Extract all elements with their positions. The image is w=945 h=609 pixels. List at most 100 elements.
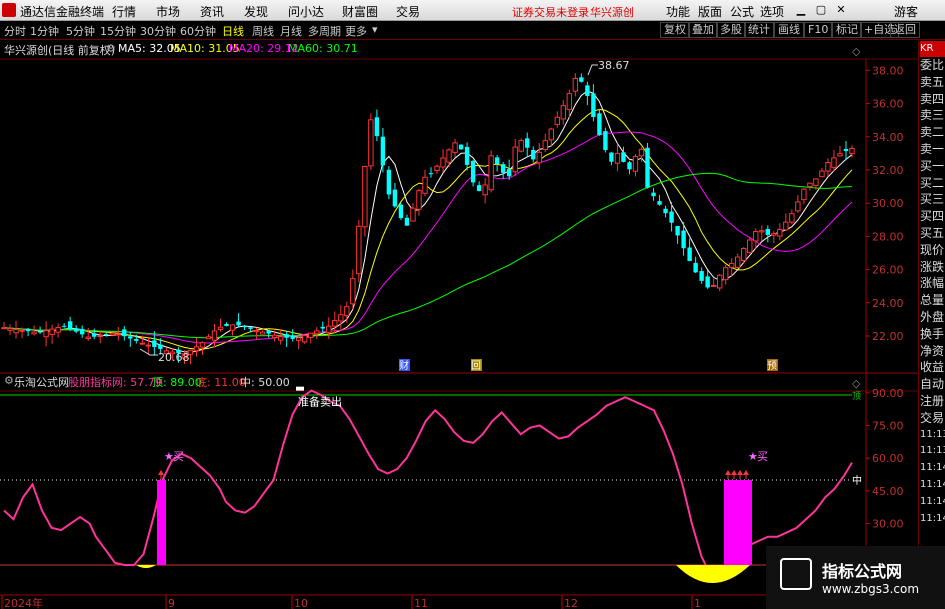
tf-30min[interactable]: 30分钟 <box>140 23 176 39</box>
side-panel-item[interactable]: 11:13 <box>920 443 945 459</box>
trade-login-warning[interactable]: 证券交易未登录 <box>512 4 589 20</box>
adjust-button[interactable]: 复权 <box>660 22 690 38</box>
menu-wealth[interactable]: 财富圈 <box>342 3 378 20</box>
menu-formula[interactable]: 公式 <box>730 3 754 20</box>
candle-body <box>61 325 67 327</box>
side-panel-item[interactable]: 卖五 <box>920 74 945 90</box>
buy-signal-bar <box>157 480 166 565</box>
tf-1min[interactable]: 1分钟 <box>30 23 59 39</box>
tf-timeshare[interactable]: 分时 <box>4 23 26 39</box>
side-panel-item[interactable]: 外盘 <box>920 309 945 325</box>
menu-layout[interactable]: 版面 <box>698 3 722 20</box>
side-panel-item[interactable]: 现价 <box>920 242 945 258</box>
chevron-down-icon[interactable]: ▾ <box>372 23 378 36</box>
side-panel-item[interactable]: 换手 <box>920 326 945 342</box>
draw-line-button[interactable]: 画线 <box>774 22 804 38</box>
side-panel-item[interactable]: 涨幅 <box>920 275 945 291</box>
side-panel-item[interactable]: 买三 <box>920 191 945 207</box>
side-panel-item[interactable]: 买二 <box>920 175 945 191</box>
candle-body <box>482 184 488 196</box>
menu-trade[interactable]: 交易 <box>396 3 420 20</box>
candle-body <box>669 211 674 223</box>
tf-60min[interactable]: 60分钟 <box>180 23 216 39</box>
side-panel-item[interactable]: 卖二 <box>920 124 945 140</box>
side-panel-item[interactable]: 总量 <box>920 292 945 308</box>
side-panel-item[interactable]: 交易 <box>920 410 945 426</box>
candle-body <box>248 327 253 329</box>
menu-options[interactable]: 选项 <box>760 3 784 20</box>
candle-body <box>476 185 482 192</box>
side-panel-item[interactable]: 11:13 <box>920 427 945 443</box>
candle-body <box>49 328 55 335</box>
candle-body <box>145 344 152 347</box>
candle-body <box>128 336 133 339</box>
tf-monthly[interactable]: 月线 <box>280 23 302 39</box>
candle-body <box>259 331 266 335</box>
menu-market[interactable]: 市场 <box>156 3 180 20</box>
title-bar: 通达信金融终端 行情 市场 资讯 发现 问小达 财富圈 交易 证券交易未登录 华… <box>0 0 945 21</box>
side-panel-item[interactable]: 卖三 <box>920 107 945 123</box>
side-panel-item[interactable]: 收益 <box>920 359 945 375</box>
side-panel-item[interactable]: 委比 <box>920 57 945 73</box>
side-panel-item[interactable]: 11:14 <box>920 511 945 527</box>
mark-button[interactable]: 标记 <box>832 22 862 38</box>
minimize-icon[interactable]: ▁ <box>792 2 810 18</box>
menu-quotes[interactable]: 行情 <box>112 3 136 20</box>
candle-body <box>446 149 452 163</box>
side-panel-item[interactable]: 买一 <box>920 158 945 174</box>
candle-body <box>277 336 284 341</box>
maximize-icon[interactable]: ▢ <box>812 2 830 18</box>
side-panel-item[interactable]: 自动 <box>920 376 945 392</box>
side-panel-item[interactable]: 净资 <box>920 343 945 359</box>
candle-body <box>525 138 530 148</box>
ma60-line <box>3 172 853 339</box>
app-title: 通达信金融终端 <box>20 5 105 19</box>
side-panel-item[interactable]: 11:14 <box>920 477 945 493</box>
candle-body <box>386 169 392 195</box>
back-button[interactable]: 返回 <box>890 22 920 38</box>
side-panel-item[interactable]: 注册 <box>920 393 945 409</box>
side-panel-item[interactable]: 卖四 <box>920 91 945 107</box>
side-panel-item[interactable]: 涨跌 <box>920 259 945 275</box>
candle-body <box>843 148 849 151</box>
menu-function[interactable]: 功能 <box>666 3 690 20</box>
tf-weekly[interactable]: 周线 <box>252 23 274 39</box>
side-panel-item[interactable]: 卖一 <box>920 141 945 157</box>
multi-stock-button[interactable]: 多股 <box>716 22 746 38</box>
candle-body <box>422 176 428 194</box>
candle-body <box>410 207 416 222</box>
candle-body <box>825 162 831 172</box>
candle-body <box>242 325 247 328</box>
f10-button[interactable]: F10 <box>804 22 833 38</box>
candle-body <box>837 153 843 157</box>
candle-body <box>542 140 548 150</box>
candle-body <box>271 334 278 339</box>
chart-diamond-icon[interactable]: ◇ <box>852 45 861 58</box>
overlay-button[interactable]: 叠加 <box>688 22 718 38</box>
menu-ask[interactable]: 问小达 <box>288 3 324 20</box>
event-marker-label: 回 <box>471 360 481 372</box>
side-panel-item[interactable]: 买四 <box>920 208 945 224</box>
chart-canvas[interactable]: 38.00 36.00 34.00 32.00 30.00 28.00 26.00 24.00… <box>0 41 918 609</box>
candle-body <box>295 337 302 341</box>
tf-5min[interactable]: 5分钟 <box>66 23 95 39</box>
low-price-pointer <box>139 348 158 356</box>
tf-multi[interactable]: 多周期 <box>308 23 341 39</box>
menu-news[interactable]: 资讯 <box>200 3 224 20</box>
candle-body <box>1 327 7 330</box>
candle-body <box>73 328 79 332</box>
tf-more[interactable]: 更多 <box>345 23 367 39</box>
close-icon[interactable]: ✕ <box>832 2 850 18</box>
candle-body <box>404 217 410 226</box>
buy-arrow-icon <box>158 470 164 475</box>
side-panel-item[interactable]: 11:14 <box>920 494 945 510</box>
statistics-button[interactable]: 统计 <box>744 22 774 38</box>
menu-discover[interactable]: 发现 <box>244 3 268 20</box>
tf-15min[interactable]: 15分钟 <box>100 23 136 39</box>
candle-body <box>591 93 596 117</box>
guest-label[interactable]: 游客 <box>894 3 918 20</box>
side-panel-item[interactable]: 买五 <box>920 225 945 241</box>
ind-diamond-icon[interactable]: ◇ <box>852 377 861 390</box>
side-panel-item[interactable]: 11:14 <box>920 460 945 476</box>
tf-daily[interactable]: 日线 <box>222 23 244 39</box>
